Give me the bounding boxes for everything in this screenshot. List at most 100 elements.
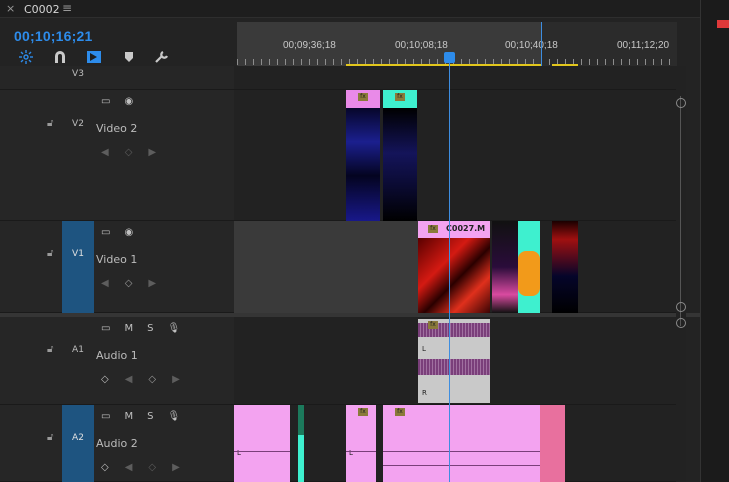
keyframe-toggle-icon[interactable]: ◇: [101, 462, 109, 473]
voice-over-icon[interactable]: 🎙︎: [167, 323, 180, 334]
track-header-a1: 🔓︎ A1 ▭ M S 🎙︎ Audio 1 ◇ ◀ ◇ ▶: [0, 317, 234, 405]
track-header-v3: V3: [0, 66, 234, 90]
waveform: [234, 451, 290, 452]
track-lane-v3[interactable]: [234, 66, 676, 90]
track-id[interactable]: A2: [62, 405, 94, 482]
audio-scroll-handle[interactable]: [676, 318, 686, 328]
track-lane-a1[interactable]: fx L R: [234, 317, 676, 405]
prev-keyframe-icon[interactable]: ◀: [101, 278, 109, 289]
audio-clip[interactable]: fx L R: [418, 319, 490, 403]
waveform: [383, 451, 540, 452]
keyframe-nav: ◇ ◀ ◇ ▶: [101, 374, 196, 385]
fx-badge: fx: [428, 321, 438, 329]
keyframe-nav: ◀ ◇ ▶: [101, 278, 172, 289]
audio-clip[interactable]: fx L: [346, 405, 376, 482]
marker-icon[interactable]: [121, 50, 137, 64]
playhead-line[interactable]: [449, 63, 450, 482]
track-controls: ▭ M S 🎙︎: [101, 411, 194, 422]
scroll-handle-bottom[interactable]: [676, 302, 686, 312]
video-clip[interactable]: fx C0027.M: [418, 221, 490, 313]
toggle-sync-lock-icon[interactable]: ▭: [101, 227, 110, 238]
vertical-scrollbar[interactable]: [676, 66, 686, 482]
add-keyframe-icon[interactable]: ◇: [148, 462, 156, 473]
eye-icon[interactable]: ◉: [124, 227, 133, 238]
prev-keyframe-icon[interactable]: ◀: [125, 374, 133, 385]
next-keyframe-icon[interactable]: ▶: [172, 374, 180, 385]
track-header-a2: 🔓︎ A2 ▭ M S 🎙︎ Audio 2 ◇ ◀ ◇ ▶: [0, 405, 234, 482]
waveform: [346, 451, 376, 452]
panel-menu-icon[interactable]: ≡: [62, 1, 72, 15]
add-keyframe-icon[interactable]: ◇: [125, 147, 133, 158]
keyframe-toggle-icon[interactable]: ◇: [101, 374, 109, 385]
eye-icon[interactable]: ◉: [124, 96, 133, 107]
track-id[interactable]: V3: [62, 69, 94, 79]
linked-selection-icon[interactable]: [52, 50, 68, 64]
track-name: Audio 2: [96, 437, 138, 450]
add-keyframe-icon[interactable]: ◇: [148, 374, 156, 385]
next-keyframe-icon[interactable]: ▶: [172, 462, 180, 473]
adjacent-panel: [700, 0, 729, 482]
track-id[interactable]: A1: [62, 345, 94, 355]
mute-button[interactable]: M: [124, 411, 133, 422]
audio-clip[interactable]: [540, 405, 565, 482]
time-ruler[interactable]: 00;09;36;18 00;10;08;18 00;10;40;18 00;1…: [237, 22, 677, 66]
track-id[interactable]: V1: [62, 221, 94, 313]
close-icon[interactable]: ×: [6, 2, 15, 15]
toggle-sync-lock-icon[interactable]: ▭: [101, 323, 110, 334]
track-lane-v1[interactable]: fx C0027.M: [234, 221, 676, 313]
fx-badge: fx: [358, 408, 368, 416]
video-clip[interactable]: [518, 221, 540, 313]
voice-over-icon[interactable]: 🎙︎: [167, 411, 180, 422]
lock-icon[interactable]: 🔓︎: [47, 432, 53, 443]
toggle-sync-lock-icon[interactable]: ▭: [101, 411, 110, 422]
timeline-panel: × C0002 ≡ 00;10;16;21 00;09;36;18 00;10;…: [0, 0, 729, 482]
prev-keyframe-icon[interactable]: ◀: [101, 147, 109, 158]
toggle-sync-lock-icon[interactable]: ▭: [101, 96, 110, 107]
panel-header: × C0002 ≡: [0, 0, 700, 18]
snap-icon[interactable]: [18, 50, 34, 64]
add-edit-icon[interactable]: [86, 50, 102, 64]
video-clip[interactable]: fx: [383, 90, 417, 221]
video-clip[interactable]: [552, 221, 578, 313]
waveform: [418, 359, 490, 375]
sequence-tab[interactable]: C0002: [24, 3, 60, 16]
keyframe-nav: ◀ ◇ ▶: [101, 147, 172, 158]
video-clip[interactable]: fx: [346, 90, 380, 221]
track-controls: ▭ ◉: [101, 227, 147, 238]
fx-badge: fx: [395, 408, 405, 416]
lock-icon[interactable]: 🔓︎: [47, 118, 53, 129]
mute-button[interactable]: M: [124, 323, 133, 334]
keyframe-nav: ◇ ◀ ◇ ▶: [101, 462, 196, 473]
track-id[interactable]: V2: [62, 119, 94, 129]
solo-button[interactable]: S: [147, 411, 153, 422]
ruler-label: 00;10;08;18: [395, 40, 448, 51]
lock-icon[interactable]: 🔓︎: [47, 344, 53, 355]
fx-badge: fx: [428, 225, 438, 233]
audio-clip[interactable]: L: [234, 405, 290, 482]
lock-icon[interactable]: 🔓︎: [47, 248, 53, 259]
track-lane-a2[interactable]: L fx L fx: [234, 405, 676, 482]
track-name: Video 2: [96, 122, 138, 135]
solo-button[interactable]: S: [147, 323, 153, 334]
playhead-timecode[interactable]: 00;10;16;21: [14, 28, 92, 44]
video-clip[interactable]: [492, 221, 518, 313]
audio-clip[interactable]: [298, 435, 304, 482]
wrench-icon[interactable]: [154, 50, 170, 64]
fx-badge: fx: [395, 93, 405, 101]
prev-keyframe-icon[interactable]: ◀: [125, 462, 133, 473]
ruler-label: 00;09;36;18: [283, 40, 336, 51]
ruler-label: 00;11;12;20: [617, 40, 670, 51]
next-keyframe-icon[interactable]: ▶: [148, 278, 156, 289]
track-name: Audio 1: [96, 349, 138, 362]
playhead-handle[interactable]: [444, 52, 455, 63]
scroll-handle-top[interactable]: [676, 98, 686, 108]
track-controls: ▭ ◉: [101, 96, 147, 107]
audio-clip[interactable]: fx: [383, 405, 540, 482]
scroll-track: [680, 96, 681, 326]
add-keyframe-icon[interactable]: ◇: [125, 278, 133, 289]
channel-left-label: L: [422, 345, 426, 353]
track-lane-v2[interactable]: fx fx: [234, 90, 676, 221]
next-keyframe-icon[interactable]: ▶: [148, 147, 156, 158]
audio-meter-peak: [717, 20, 729, 28]
track-name: Video 1: [96, 253, 138, 266]
